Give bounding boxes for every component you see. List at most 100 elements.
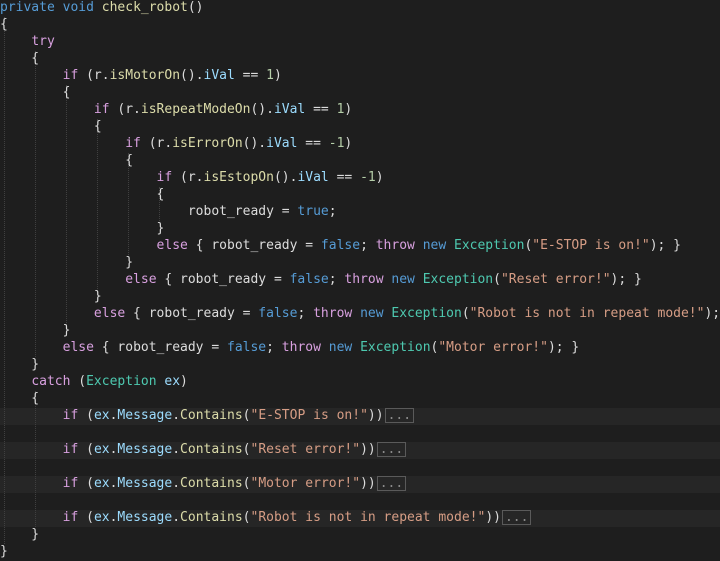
code-token: (	[78, 408, 94, 423]
collapsed-region-button[interactable]: ...	[376, 476, 407, 491]
code-token: { robot_ready =	[125, 306, 259, 321]
code-token: )	[273, 68, 282, 83]
code-token: .	[172, 510, 181, 525]
code-token: )	[375, 170, 384, 185]
code-token: "Motor error!"	[438, 340, 548, 355]
code-token: (r.	[109, 102, 141, 117]
code-token: {	[0, 187, 165, 202]
code-line: {	[0, 187, 165, 204]
code-token: ==	[234, 68, 267, 83]
code-token: else	[62, 340, 94, 355]
code-token: if	[125, 136, 141, 151]
code-token: false	[227, 340, 267, 355]
code-token: ()	[187, 0, 204, 15]
code-token: )	[180, 374, 188, 389]
code-token: Exception	[422, 272, 494, 287]
code-line: {	[0, 17, 8, 34]
code-token: else	[125, 272, 157, 287]
code-token: (	[78, 442, 94, 457]
code-token: false	[320, 238, 361, 253]
code-token: "E-STOP is on!"	[532, 238, 650, 253]
code-token: ().	[250, 102, 274, 117]
code-editor[interactable]: private void check_robot(){ try { if (r.…	[0, 0, 720, 561]
code-token: ==	[328, 170, 361, 185]
code-token: throw	[375, 238, 415, 253]
code-token: false	[289, 272, 329, 287]
code-token: (	[242, 442, 251, 457]
code-token: ;	[297, 306, 314, 321]
code-token: { robot_ready =	[156, 272, 290, 287]
code-token: if	[156, 170, 173, 185]
code-token: new	[391, 272, 415, 287]
code-token: {	[0, 85, 71, 100]
code-token: 1	[266, 68, 274, 83]
code-token: Contains	[180, 476, 243, 491]
code-token: Message	[117, 442, 173, 457]
code-token: else	[156, 238, 188, 253]
code-line: if (ex.Message.Contains("Motor error!"))…	[0, 476, 407, 493]
code-token: Message	[117, 510, 173, 525]
code-token: "Motor error!"	[250, 476, 361, 491]
code-line: }	[0, 289, 102, 306]
code-line: else { robot_ready = false; throw new Ex…	[0, 272, 642, 289]
code-token: Exception	[391, 306, 462, 321]
code-token: }	[0, 289, 102, 304]
code-line: robot_ready = true;	[0, 204, 337, 221]
code-token: ex	[164, 374, 181, 389]
code-token: ); }	[547, 340, 580, 355]
code-token: .	[172, 476, 181, 491]
code-line: }	[0, 221, 165, 238]
code-token: ().	[273, 170, 298, 185]
code-token: try	[31, 34, 55, 49]
code-token: robot_ready	[187, 204, 274, 219]
code-token: ); }	[704, 306, 720, 321]
code-token: {	[0, 17, 8, 32]
collapsed-region-button[interactable]: ...	[501, 510, 532, 525]
code-token: (r.	[172, 170, 204, 185]
code-line: }	[0, 544, 8, 561]
code-token: "Robot is not in repeat mode!"	[469, 306, 705, 321]
code-token: if	[62, 442, 79, 457]
code-token: {	[0, 51, 40, 66]
code-token: private	[0, 0, 55, 15]
code-token: iVal	[266, 136, 298, 151]
code-token: false	[258, 306, 298, 321]
code-token: (	[242, 408, 251, 423]
collapsed-region-button[interactable]: ...	[384, 408, 415, 423]
code-line: }	[0, 527, 39, 544]
code-token: ))	[360, 476, 376, 491]
code-token: }	[0, 255, 134, 270]
code-token: }	[0, 357, 40, 372]
code-line: else { robot_ready = false; throw new Ex…	[0, 306, 720, 323]
code-token: "Reset error!"	[500, 272, 611, 287]
code-line: if (r.isMotorOn().iVal == 1)	[0, 68, 282, 85]
code-token: Exception	[454, 238, 525, 253]
code-token: )	[344, 136, 353, 151]
code-token: ex	[93, 408, 110, 423]
code-token: if	[62, 476, 79, 491]
code-line: if (r.isEstopOn().iVal == -1)	[0, 170, 384, 187]
code-token: (	[78, 510, 94, 525]
code-token: "Robot is not in repeat mode!"	[250, 510, 486, 525]
collapsed-region-button[interactable]: ...	[376, 442, 407, 457]
code-line: else { robot_ready = false; throw new Ex…	[0, 340, 580, 357]
code-token: true	[297, 204, 329, 219]
code-token: Message	[117, 476, 173, 491]
code-token: (	[70, 374, 87, 389]
code-token: {	[0, 119, 102, 134]
code-token: ex	[93, 510, 110, 525]
